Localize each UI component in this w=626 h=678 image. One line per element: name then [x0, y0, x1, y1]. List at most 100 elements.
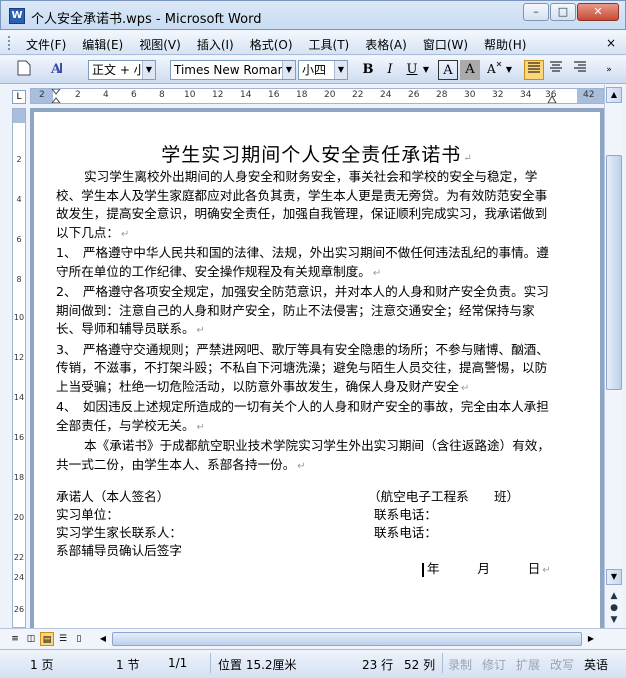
ruler-tick: 2 — [39, 90, 45, 100]
chevron-down-icon[interactable]: ▼ — [282, 61, 295, 79]
signature-student[interactable]: 承诺人（本人签名） — [56, 488, 169, 506]
paragraph-item-4[interactable]: 4、 如因违反上述规定所造成的一切有关个人的人身和财产安全的事故，完全由本人承担… — [56, 398, 556, 437]
status-track-changes[interactable]: 修订 — [482, 656, 506, 673]
document-area[interactable]: 学生实习期间个人安全责任承诺书 ↵ 实习学生离校外出期间的人身安全和财务安全，事关… — [30, 108, 604, 628]
vruler-tick: 18 — [13, 473, 25, 482]
toolbar-options-icon[interactable]: » — [602, 60, 616, 80]
tab-stop-selector[interactable]: L — [12, 90, 26, 104]
character-scale-button[interactable]: A — [484, 60, 504, 80]
menu-format[interactable]: 格式(O) — [250, 36, 293, 53]
italic-button[interactable]: I — [380, 60, 400, 80]
document-close-button[interactable]: × — [606, 36, 616, 50]
menu-file[interactable]: 文件(F) — [26, 36, 66, 53]
paragraph-item-1[interactable]: 1、 严格遵守中华人民共和国的法律、法规，外出实习期间不做任何违法乱纪的事情。遵… — [56, 244, 556, 283]
font-size-combo[interactable]: 小四 ▼ — [298, 60, 348, 80]
horizontal-scroll-thumb[interactable] — [112, 632, 582, 646]
chevron-down-icon[interactable]: ▼ — [142, 61, 155, 79]
scroll-down-arrow-icon[interactable]: ▼ — [606, 569, 622, 585]
menu-help[interactable]: 帮助(H) — [484, 36, 526, 53]
align-justify-button[interactable] — [524, 60, 544, 80]
document-title[interactable]: 学生实习期间个人安全责任承诺书 ↵ — [34, 140, 600, 167]
horizontal-scrollbar[interactable]: ◀ ▶ — [96, 632, 596, 646]
new-document-icon[interactable] — [14, 60, 34, 80]
paragraph-intro[interactable]: 实习学生离校外出期间的人身安全和财务安全，事关社会和学校的安全与稳定，学校、学生… — [56, 168, 556, 244]
menu-insert[interactable]: 插入(I) — [197, 36, 234, 53]
text-cursor — [422, 562, 424, 577]
status-line: 23 行 — [362, 658, 394, 672]
vruler-tick: 6 — [16, 235, 22, 244]
document-body[interactable]: 实习学生离校外出期间的人身安全和财务安全，事关社会和学校的安全与稳定，学校、学生… — [56, 168, 556, 476]
outline-view-icon[interactable]: ☰ — [56, 632, 70, 646]
status-record-macro[interactable]: 录制 — [448, 656, 472, 673]
signature-unit[interactable]: 实习单位： — [56, 506, 119, 524]
ruler-tick: 14 — [240, 90, 252, 100]
minimize-button[interactable]: – — [523, 3, 549, 21]
status-section: 1 节 — [116, 658, 140, 672]
status-page-of: 1/1 — [168, 656, 188, 670]
styles-formatting-icon[interactable]: A — [48, 60, 68, 80]
status-bar: 1 页 1 节 1/1 位置 15.2厘米 23 行 52 列 录制 修订 扩展… — [0, 649, 626, 678]
menu-edit[interactable]: 编辑(E) — [82, 36, 123, 53]
ruler-tick: 42 — [583, 90, 595, 100]
web-layout-view-icon[interactable]: ◫ — [24, 632, 38, 646]
character-border-button[interactable]: A — [438, 60, 458, 80]
ruler-tick: 12 — [212, 90, 224, 100]
vertical-scroll-thumb[interactable] — [606, 155, 622, 390]
status-overtype[interactable]: 改写 — [550, 656, 574, 673]
right-indent-marker-icon[interactable] — [547, 95, 557, 103]
status-extend-selection[interactable]: 扩展 — [516, 656, 540, 673]
vertical-ruler[interactable]: 2 4 6 8 10 12 14 16 18 20 22 24 26 — [12, 108, 26, 628]
window-title: 个人安全承诺书.wps - Microsoft Word — [31, 12, 262, 27]
menu-table[interactable]: 表格(A) — [365, 36, 407, 53]
paragraph-item-3[interactable]: 3、 严格遵守交通规则；严禁进网吧、歌厅等具有安全隐患的场所；不参与赌博、酗酒、… — [56, 341, 556, 399]
reading-layout-view-icon[interactable]: ▯ — [72, 632, 86, 646]
vruler-tick: 8 — [16, 275, 22, 284]
word-app-icon[interactable]: W — [9, 8, 25, 24]
status-language[interactable]: 英语 — [584, 656, 608, 673]
scroll-left-arrow-icon[interactable]: ◀ — [96, 632, 110, 646]
paragraph-item-2[interactable]: 2、 严格遵守各项安全规定，加强安全防范意识，并对本人的人身和财产安全负责。实习… — [56, 283, 556, 341]
signature-parent[interactable]: 实习学生家长联系人： — [56, 524, 182, 542]
align-right-button[interactable] — [570, 60, 590, 80]
character-shading-button[interactable]: A — [460, 60, 480, 80]
menu-window[interactable]: 窗口(W) — [423, 36, 468, 53]
signature-counselor[interactable]: 系部辅导员确认后签字 — [56, 542, 182, 560]
scroll-right-arrow-icon[interactable]: ▶ — [584, 632, 598, 646]
bold-button[interactable]: B — [358, 60, 378, 80]
paragraph-validity[interactable]: 本《承诺书》于成都航空职业技术学院实习学生外出实习期间（含往返路途）有效，共一式… — [56, 437, 556, 476]
ruler-tick: 28 — [436, 90, 448, 100]
paragraph-mark: ↵ — [461, 382, 470, 394]
maximize-button[interactable]: □ — [550, 3, 576, 21]
menu-view[interactable]: 视图(V) — [139, 36, 181, 53]
signature-phone-1[interactable]: 联系电话： — [374, 506, 437, 524]
next-page-icon[interactable]: ▼ — [606, 613, 622, 627]
ruler-tick: 4 — [103, 90, 109, 100]
close-button[interactable]: ✕ — [577, 3, 619, 21]
font-combo[interactable]: Times New Roman ▼ — [170, 60, 296, 80]
chevron-down-icon[interactable]: ▼ — [504, 60, 514, 80]
signature-phone-2[interactable]: 联系电话： — [374, 524, 437, 542]
scroll-up-arrow-icon[interactable]: ▲ — [606, 87, 622, 103]
ruler-tick: 26 — [408, 90, 420, 100]
vruler-tick: 26 — [13, 605, 25, 614]
document-page[interactable]: 学生实习期间个人安全责任承诺书 ↵ 实习学生离校外出期间的人身安全和财务安全，事关… — [34, 112, 600, 628]
align-center-button[interactable] — [546, 60, 566, 80]
style-combo[interactable]: 正文 + 小四 ▼ — [88, 60, 156, 80]
indent-marker-icon[interactable] — [51, 89, 61, 103]
horizontal-ruler[interactable]: 2 2 4 6 8 10 12 14 16 18 20 22 24 26 28 … — [30, 88, 604, 104]
underline-button[interactable]: U — [402, 60, 422, 80]
signature-class[interactable]: （航空电子工程系 班） — [368, 488, 519, 506]
status-column: 52 列 — [404, 658, 436, 672]
print-layout-view-icon[interactable]: ▤ — [40, 632, 54, 646]
menu-grip-handle[interactable] — [8, 36, 11, 50]
ruler-tick: 20 — [324, 90, 336, 100]
ruler-tick: 22 — [352, 90, 364, 100]
chevron-down-icon[interactable]: ▼ — [420, 60, 432, 80]
vertical-scrollbar[interactable]: ▲ ▼ ▲ ● ▼ — [604, 85, 622, 628]
chevron-down-icon[interactable]: ▼ — [334, 61, 347, 79]
menu-tools[interactable]: 工具(T) — [309, 36, 350, 53]
signature-date[interactable]: 年 月 日 ↵ — [422, 560, 551, 580]
normal-view-icon[interactable]: ≡ — [8, 632, 22, 646]
document-title-text: 学生实习期间个人安全责任承诺书 — [161, 144, 462, 166]
horizontal-scrollbar-row: ≡ ◫ ▤ ☰ ▯ ◀ ▶ — [0, 628, 626, 648]
